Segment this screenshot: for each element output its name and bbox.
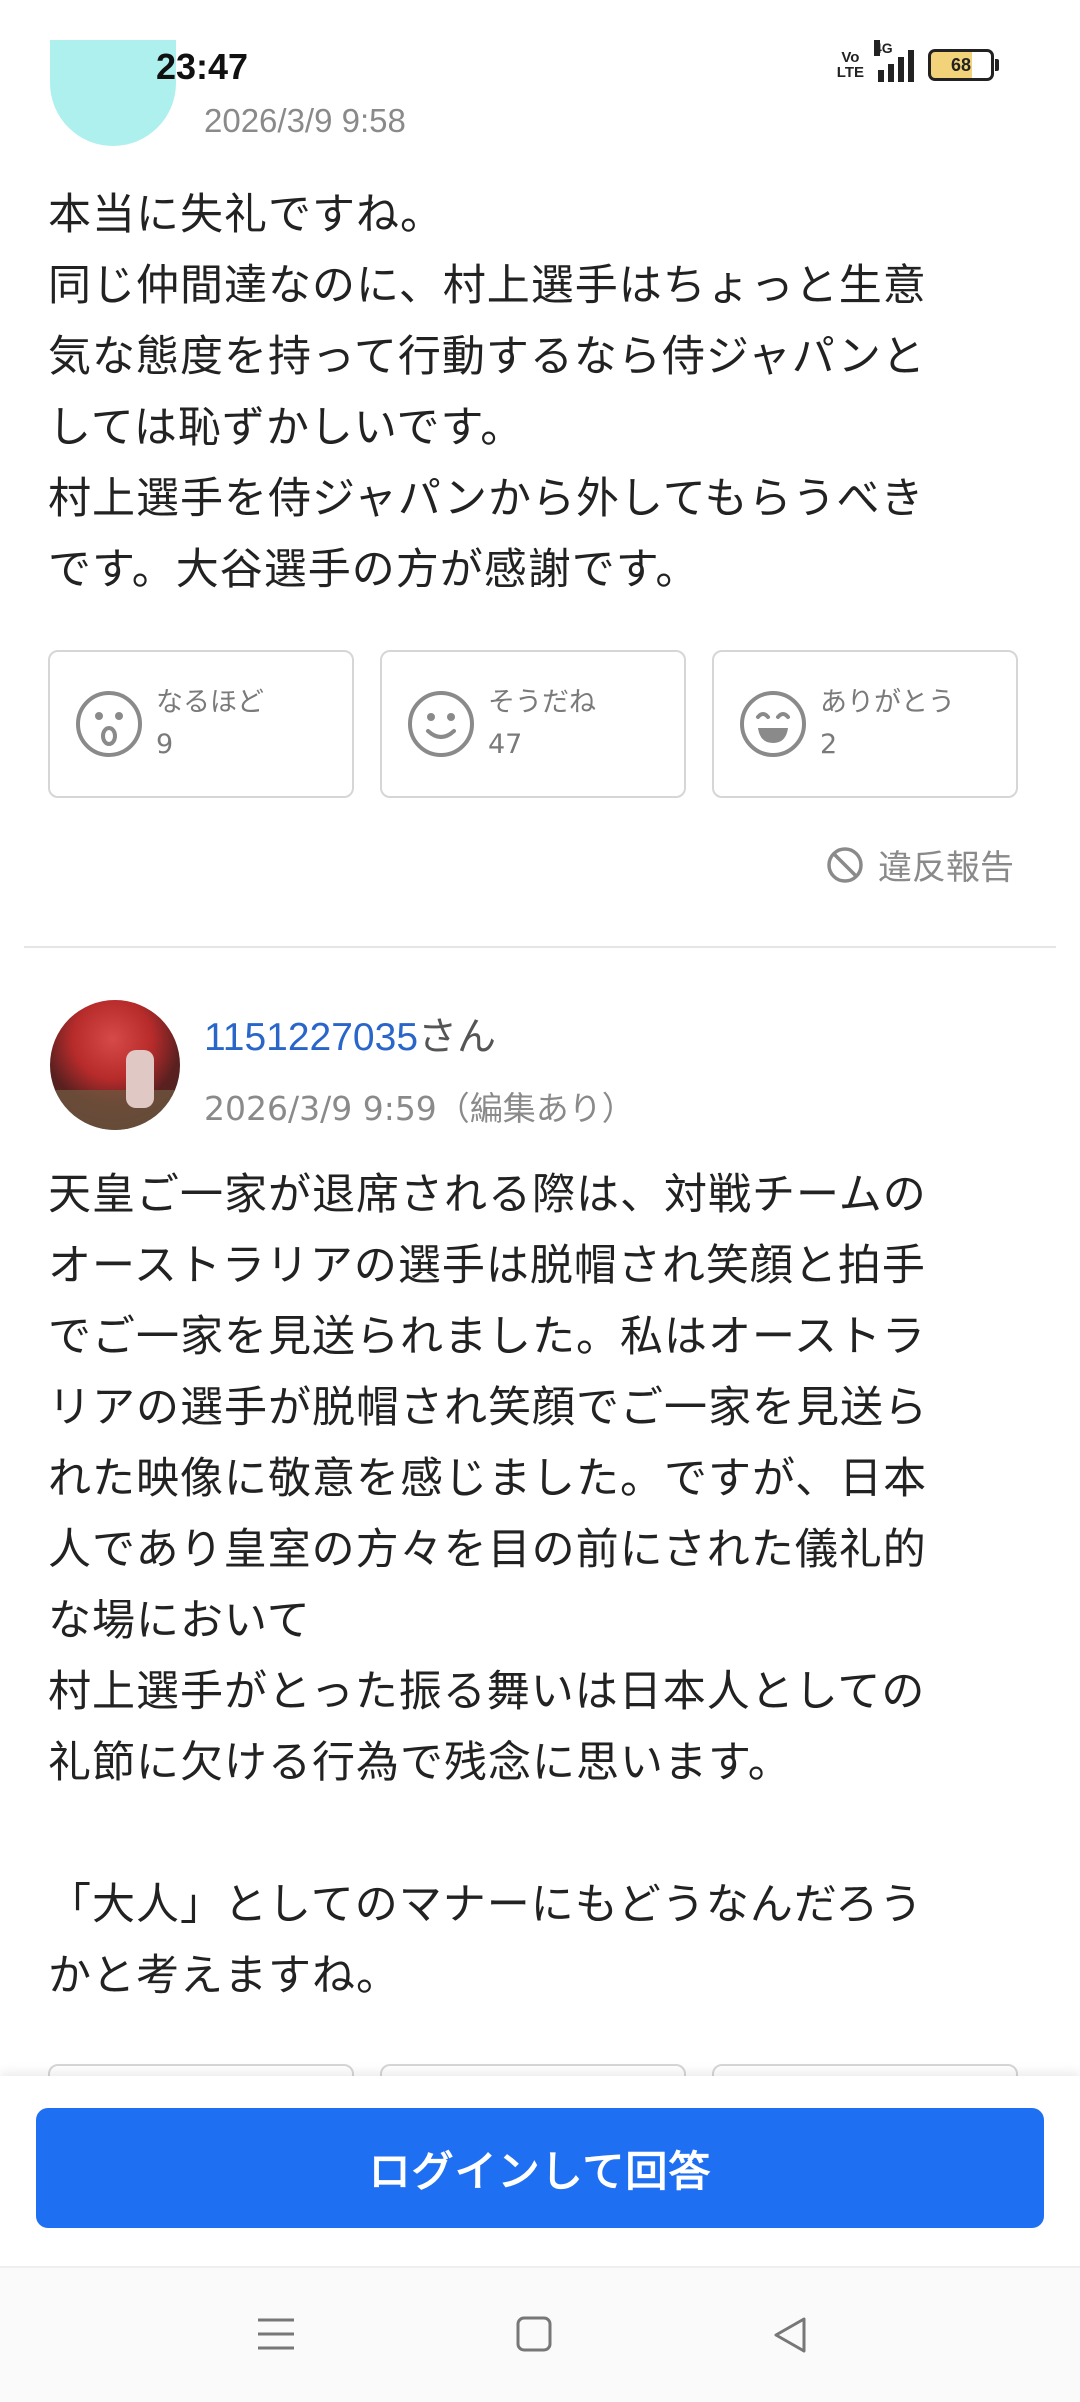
reaction-label: ありがとう <box>820 687 955 718</box>
user-suffix: さん <box>418 1015 497 1060</box>
reaction-label: そうだね <box>488 687 596 718</box>
reaction-label: なるほど <box>156 687 264 718</box>
bottom-action-bar: ログインして回答 <box>0 2076 1080 2266</box>
reaction-soudane-button[interactable]: そうだね 47 <box>380 650 686 798</box>
system-navigation-bar <box>0 2266 1080 2402</box>
signal-icon: 4G <box>874 40 914 82</box>
reaction-buttons: なるほど 9 そうだね 47 ありがとう 2 <box>48 650 1018 798</box>
network-type: 4G <box>874 40 893 56</box>
username-link[interactable]: 1151227035さん <box>204 1006 496 1062</box>
avatar[interactable] <box>50 1000 180 1130</box>
divider <box>24 946 1056 948</box>
report-link[interactable]: 違反報告 <box>826 840 1014 889</box>
reaction-count: 47 <box>488 729 523 760</box>
reaction-naruhodo-button[interactable]: なるほど 9 <box>48 650 354 798</box>
clock: 23:47 <box>156 46 249 87</box>
volte-icon: Vo LTE <box>836 49 864 81</box>
smile-face-icon <box>408 691 474 757</box>
menu-icon[interactable] <box>256 2316 296 2352</box>
answer-text: 本当に失礼ですね。 同じ仲間達なのに、村上選手はちょっと生意 気な態度を持って行… <box>48 190 927 595</box>
back-triangle-icon[interactable] <box>772 2316 808 2354</box>
report-label: 違反報告 <box>878 848 1014 888</box>
reaction-count: 2 <box>820 729 838 760</box>
answer-text: 天皇ご一家が退席される際は、対戦チームの オーストラリアの選手は脱帽され笑顔と拍… <box>48 1170 928 2001</box>
post-date: 2026/3/9 9:59（編集あり） <box>204 1089 635 1128</box>
reaction-count: 9 <box>156 729 174 760</box>
battery-icon: 68 <box>928 49 999 81</box>
user-id: 1151227035 <box>204 1016 419 1059</box>
surprised-face-icon <box>76 691 142 757</box>
status-bar: 23:47 Vo LTE 4G 68 <box>0 0 1080 140</box>
grin-face-icon <box>740 691 806 757</box>
reaction-arigatou-button[interactable]: ありがとう 2 <box>712 650 1018 798</box>
login-answer-button[interactable]: ログインして回答 <box>36 2108 1044 2228</box>
home-square-icon[interactable] <box>516 2316 552 2352</box>
status-icons: Vo LTE 4G 68 <box>836 40 999 82</box>
prohibited-icon <box>827 846 863 883</box>
